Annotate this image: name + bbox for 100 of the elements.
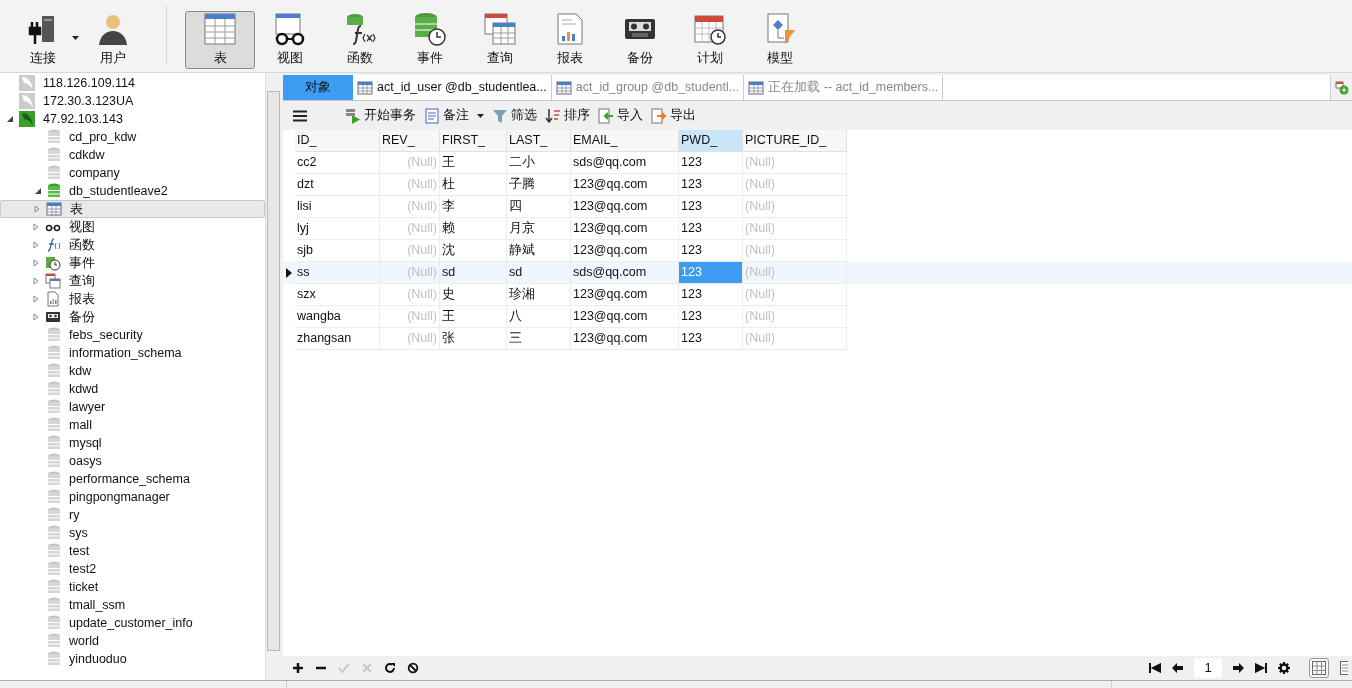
- table-cell[interactable]: 三: [507, 328, 571, 350]
- toolbar-button[interactable]: 备份: [605, 11, 675, 69]
- table-cell[interactable]: ss: [295, 262, 380, 284]
- table-cell[interactable]: 123@qq.com: [571, 196, 679, 218]
- expand-arrow-icon[interactable]: [33, 205, 41, 213]
- previous-page-icon[interactable]: [1172, 663, 1183, 673]
- table-cell[interactable]: 123@qq.com: [571, 328, 679, 350]
- toolbar-button[interactable]: 查询: [465, 11, 535, 69]
- tree-item[interactable]: oasys: [0, 452, 265, 470]
- tree-item[interactable]: db_studentleave2: [0, 182, 265, 200]
- column-header[interactable]: EMAIL_: [571, 130, 679, 152]
- expand-arrow-icon[interactable]: [32, 295, 40, 303]
- collapse-arrow-icon[interactable]: [34, 187, 42, 195]
- column-header[interactable]: PICTURE_ID_: [743, 130, 847, 152]
- tree-item[interactable]: lawyer: [0, 398, 265, 416]
- tree-item[interactable]: update_customer_info: [0, 614, 265, 632]
- expand-arrow-icon[interactable]: [32, 277, 40, 285]
- table-cell[interactable]: 赖: [440, 218, 507, 240]
- tree-item[interactable]: test2: [0, 560, 265, 578]
- table-cell[interactable]: 史: [440, 284, 507, 306]
- tree-item[interactable]: kdwd: [0, 380, 265, 398]
- toolbar-button[interactable]: 视图: [255, 11, 325, 69]
- column-header[interactable]: PWD_: [679, 130, 743, 152]
- tree-item[interactable]: tmall_ssm: [0, 596, 265, 614]
- table-tab[interactable]: act_id_user @db_studentlea...: [353, 75, 552, 100]
- table-cell[interactable]: 123: [679, 174, 743, 196]
- objects-tab[interactable]: 对象: [283, 75, 353, 100]
- tree-item[interactable]: febs_security: [0, 326, 265, 344]
- toolbar-button[interactable]: 报表: [535, 11, 605, 69]
- tree-item[interactable]: 事件: [0, 254, 265, 272]
- table-cell[interactable]: 123: [679, 196, 743, 218]
- table-cell[interactable]: zhangsan: [295, 328, 380, 350]
- tree-item[interactable]: ticket: [0, 578, 265, 596]
- table-cell[interactable]: 张: [440, 328, 507, 350]
- add-table-icon[interactable]: [1334, 80, 1349, 95]
- grid-view-button[interactable]: [1309, 658, 1329, 678]
- tree-item[interactable]: performance_schema: [0, 470, 265, 488]
- table-cell[interactable]: szx: [295, 284, 380, 306]
- tree-item[interactable]: company: [0, 164, 265, 182]
- table-cell[interactable]: 123@qq.com: [571, 306, 679, 328]
- table-cell[interactable]: lyj: [295, 218, 380, 240]
- table-tab[interactable]: 正在加载 -- act_id_members...: [744, 75, 944, 100]
- table-cell[interactable]: 123@qq.com: [571, 174, 679, 196]
- dropdown-caret-icon[interactable]: [477, 113, 484, 118]
- table-cell[interactable]: 123: [679, 328, 743, 350]
- menu-icon[interactable]: [293, 109, 307, 122]
- table-cell[interactable]: 子腾: [507, 174, 571, 196]
- dropdown-caret-icon[interactable]: [72, 36, 79, 40]
- tree-item[interactable]: cd_pro_kdw: [0, 128, 265, 146]
- toolbar-action[interactable]: 导入: [598, 106, 643, 125]
- tree-item[interactable]: 备份: [0, 308, 265, 326]
- toolbar-button[interactable]: 连接: [8, 11, 78, 69]
- toolbar-button[interactable]: 表: [185, 11, 255, 69]
- column-header[interactable]: REV_: [380, 130, 440, 152]
- refresh-icon[interactable]: [384, 662, 396, 674]
- table-cell[interactable]: sd: [507, 262, 571, 284]
- table-cell[interactable]: 二小: [507, 152, 571, 174]
- tree-item[interactable]: 表: [0, 200, 265, 218]
- tree-item[interactable]: cdkdw: [0, 146, 265, 164]
- tree-item[interactable]: mysql: [0, 434, 265, 452]
- table-cell[interactable]: 李: [440, 196, 507, 218]
- toolbar-action[interactable]: 筛选: [492, 106, 537, 125]
- tree-item[interactable]: ry: [0, 506, 265, 524]
- tree-item[interactable]: yinduoduo: [0, 650, 265, 668]
- table-cell[interactable]: sd: [440, 262, 507, 284]
- table-cell[interactable]: 八: [507, 306, 571, 328]
- toolbar-action[interactable]: 备注: [424, 106, 484, 125]
- stop-icon[interactable]: [407, 662, 419, 674]
- expand-arrow-icon[interactable]: [32, 259, 40, 267]
- table-cell[interactable]: 杜: [440, 174, 507, 196]
- table-cell[interactable]: 123: [679, 218, 743, 240]
- tree-item[interactable]: 172.30.3.123UA: [0, 92, 265, 110]
- column-header[interactable]: FIRST_: [440, 130, 507, 152]
- tree-item[interactable]: mall: [0, 416, 265, 434]
- collapse-arrow-icon[interactable]: [6, 115, 14, 123]
- table-cell[interactable]: 四: [507, 196, 571, 218]
- tree-item[interactable]: test: [0, 542, 265, 560]
- column-header[interactable]: ID_: [295, 130, 380, 152]
- tree-item[interactable]: 报表: [0, 290, 265, 308]
- table-cell[interactable]: cc2: [295, 152, 380, 174]
- toolbar-action[interactable]: 排序: [545, 106, 590, 125]
- table-cell[interactable]: wangba: [295, 306, 380, 328]
- table-cell[interactable]: 123: [679, 306, 743, 328]
- tree-item[interactable]: 函数: [0, 236, 265, 254]
- expand-arrow-icon[interactable]: [32, 313, 40, 321]
- toolbar-button[interactable]: 函数: [325, 11, 395, 69]
- toolbar-button[interactable]: 模型: [745, 11, 815, 69]
- table-cell[interactable]: 月京: [507, 218, 571, 240]
- tree-item[interactable]: sys: [0, 524, 265, 542]
- table-tab[interactable]: act_id_group @db_studentl...: [551, 75, 745, 100]
- first-page-icon[interactable]: [1149, 663, 1161, 673]
- last-page-icon[interactable]: [1255, 663, 1267, 673]
- tree-item[interactable]: world: [0, 632, 265, 650]
- toolbar-button[interactable]: 用户: [78, 11, 148, 69]
- table-cell[interactable]: sds@qq.com: [571, 152, 679, 174]
- table-cell[interactable]: 123: [679, 284, 743, 306]
- add-icon[interactable]: [292, 662, 304, 674]
- form-view-icon[interactable]: [1340, 661, 1348, 675]
- table-cell[interactable]: 123@qq.com: [571, 284, 679, 306]
- tree-item[interactable]: pingpongmanager: [0, 488, 265, 506]
